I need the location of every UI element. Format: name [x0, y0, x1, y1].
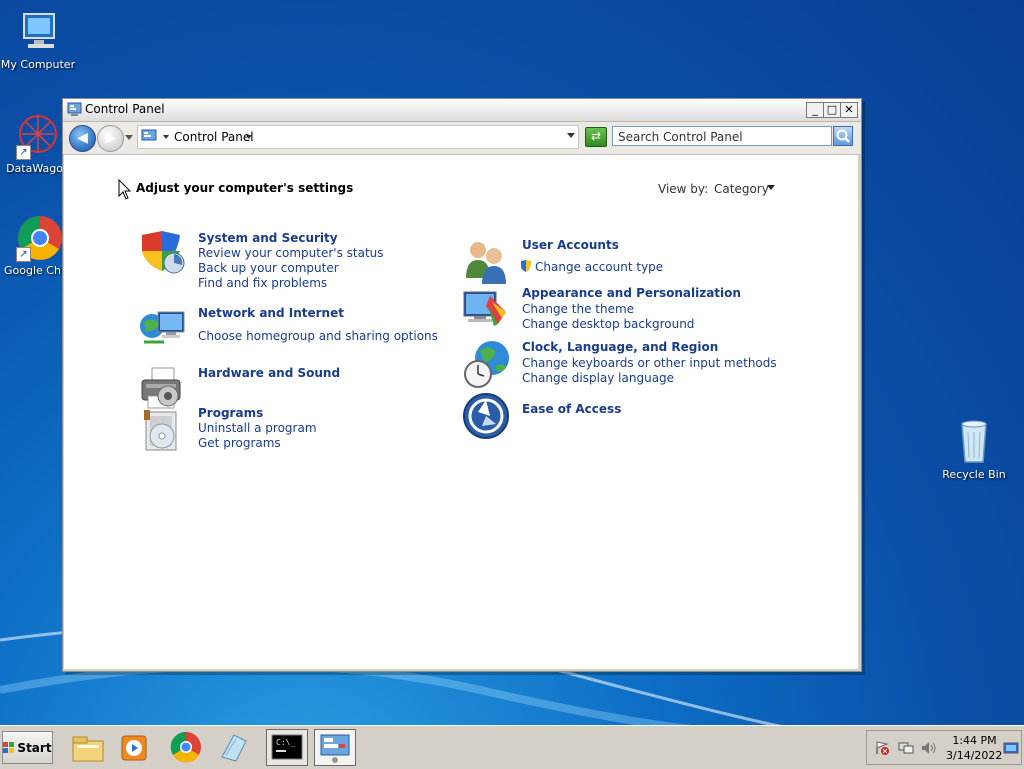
shortcut-arrow-icon: ↗ — [16, 247, 31, 262]
chevron-down-icon[interactable] — [163, 135, 169, 139]
navigation-bar: ◀ ▶ Control Panel ⇄ Search Control Panel — [63, 122, 861, 155]
view-by-dropdown-arrow[interactable] — [767, 185, 775, 190]
svg-text:C:\_: C:\_ — [276, 738, 295, 747]
forward-button[interactable]: ▶ — [97, 125, 124, 152]
control-panel-icon — [67, 102, 82, 116]
shortcut-arrow-icon: ↗ — [16, 145, 31, 160]
task-link-label: Change account type — [535, 260, 664, 274]
maximize-button[interactable]: □ — [823, 102, 841, 118]
view-by-selector[interactable]: Category — [714, 182, 769, 196]
volume-icon[interactable] — [921, 741, 937, 755]
media-player-icon — [121, 735, 147, 761]
category-title[interactable]: Network and Internet — [198, 306, 344, 320]
window-edge — [859, 155, 861, 669]
task-link[interactable]: Get programs — [198, 436, 281, 450]
taskbar-notepad[interactable] — [212, 729, 254, 766]
taskbar-command-prompt[interactable]: C:\_ — [266, 729, 308, 766]
computer-icon — [14, 8, 62, 56]
datawagon-icon: ↗ — [14, 112, 62, 160]
search-icon — [836, 129, 850, 143]
task-link[interactable]: Change display language — [522, 371, 674, 385]
task-link[interactable]: Back up your computer — [198, 261, 339, 275]
category-title[interactable]: Appearance and Personalization — [522, 286, 741, 300]
chevron-down-icon[interactable] — [246, 135, 252, 139]
search-input[interactable]: Search Control Panel — [612, 126, 832, 146]
search-button[interactable] — [833, 126, 853, 146]
category-title[interactable]: Ease of Access — [522, 402, 621, 416]
notepad-icon — [221, 734, 247, 762]
minimize-button[interactable]: _ — [806, 102, 824, 118]
task-link[interactable]: Change the theme — [522, 302, 634, 316]
view-by-label: View by: — [658, 182, 709, 196]
category-title[interactable]: System and Security — [198, 231, 338, 245]
category-title[interactable]: User Accounts — [522, 238, 619, 252]
network-status-icon[interactable] — [898, 741, 914, 755]
chrome-icon — [170, 731, 201, 763]
desktop-icon-label: Recycle Bin — [942, 468, 1006, 481]
file-explorer-icon — [72, 736, 104, 762]
close-button[interactable]: ✕ — [840, 102, 858, 118]
taskbar: Start C:\_ 1:44 PM 3/14/2022 — [0, 725, 1024, 769]
desktop-icon-my-computer[interactable]: My Computer — [0, 8, 76, 71]
window-title: Control Panel — [85, 102, 165, 116]
control-panel-window: Control Panel _ □ ✕ ◀ ▶ Control Panel ⇄ … — [62, 98, 862, 672]
show-desktop-icon[interactable] — [1003, 741, 1019, 755]
refresh-button[interactable]: ⇄ — [585, 127, 607, 147]
task-link[interactable]: Change desktop background — [522, 317, 694, 331]
action-center-flag-icon[interactable] — [874, 741, 890, 755]
taskbar-file-explorer[interactable] — [67, 729, 109, 766]
control-panel-icon — [320, 734, 350, 763]
taskbar-control-panel[interactable] — [314, 729, 356, 766]
address-bar[interactable]: Control Panel — [137, 125, 579, 149]
network-icon — [140, 311, 185, 344]
task-link[interactable]: Uninstall a program — [198, 421, 317, 435]
recent-pages-dropdown[interactable] — [125, 135, 133, 140]
start-label: Start — [17, 741, 52, 755]
clock-date[interactable]: 3/14/2022 — [946, 749, 1002, 762]
task-link[interactable]: Review your computer's status — [198, 246, 384, 260]
task-link-with-shield[interactable]: Change account type — [520, 260, 663, 274]
windows-logo-icon — [3, 742, 15, 753]
category-title[interactable]: Hardware and Sound — [198, 366, 340, 380]
shield-icon — [142, 231, 185, 274]
desktop-icon-recycle-bin[interactable]: Recycle Bin — [936, 418, 1012, 481]
refresh-icon: ⇄ — [590, 129, 602, 143]
page-heading: Adjust your computer's settings — [136, 181, 354, 195]
taskbar-chrome[interactable] — [165, 729, 207, 766]
back-button[interactable]: ◀ — [69, 125, 96, 152]
content-pane: Adjust your computer's settings View by:… — [64, 155, 858, 669]
task-link[interactable]: Choose homegroup and sharing options — [198, 329, 438, 343]
address-history-dropdown[interactable] — [567, 133, 575, 138]
taskbar-media-player[interactable] — [113, 729, 155, 766]
globe-clock-icon — [464, 341, 509, 388]
category-title[interactable]: Programs — [198, 406, 263, 420]
monitor-paint-icon — [463, 291, 506, 326]
task-link[interactable]: Change keyboards or other input methods — [522, 356, 777, 370]
chrome-icon: ↗ — [14, 214, 62, 262]
command-prompt-icon: C:\_ — [271, 734, 303, 760]
breadcrumb-control-panel[interactable]: Control Panel — [174, 130, 254, 144]
recycle-bin-icon — [950, 418, 998, 466]
control-panel-icon — [141, 129, 157, 141]
users-icon — [466, 242, 506, 284]
mouse-cursor-icon — [118, 179, 132, 200]
title-bar[interactable]: Control Panel _ □ ✕ — [63, 99, 861, 122]
programs-icon — [144, 410, 177, 451]
arrow-right-icon: ▶ — [105, 130, 116, 146]
arrow-left-icon: ◀ — [77, 130, 88, 146]
uac-shield-icon — [521, 260, 531, 272]
category-title[interactable]: Clock, Language, and Region — [522, 340, 718, 354]
ease-of-access-icon — [463, 393, 509, 439]
start-button[interactable]: Start — [2, 731, 53, 764]
desktop-icon-label: My Computer — [0, 58, 76, 71]
clock-time[interactable]: 1:44 PM — [952, 734, 997, 747]
task-link[interactable]: Find and fix problems — [198, 276, 327, 290]
